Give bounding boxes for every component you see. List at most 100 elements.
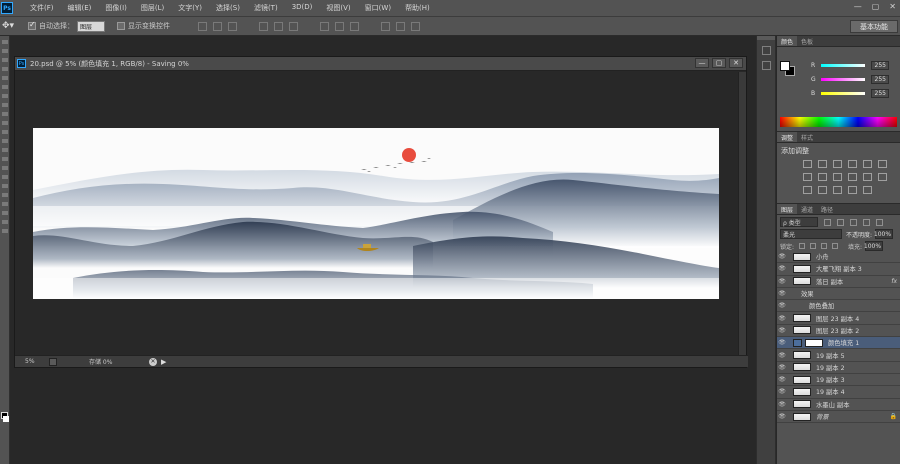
lock-transparent-icon[interactable] [799,243,806,249]
layer-row[interactable]: 👁 颜色填充 1 [777,337,900,350]
distribute-vcenter-icon[interactable] [335,21,344,31]
mask-thumbnail[interactable] [805,338,823,347]
history-icon[interactable] [762,46,771,55]
menu-item[interactable]: 编辑(E) [61,3,99,13]
photo-filter-icon[interactable] [848,173,857,181]
distribute-right-icon[interactable] [411,21,420,31]
auto-select-dropdown[interactable]: 图层 [77,20,105,32]
visibility-eye-icon[interactable]: 👁 [777,376,787,383]
visibility-eye-icon[interactable]: 👁 [777,327,787,334]
tool-icon[interactable] [2,202,8,206]
tool-icon[interactable] [2,139,8,143]
distribute-hcenter-icon[interactable] [396,21,405,31]
layer-row[interactable]: 👁 大雁飞翔 副本 3 [777,263,900,276]
tab-swatches[interactable]: 色板 [797,36,817,46]
layer-row[interactable]: 👁 19 副本 2 [777,362,900,374]
posterize-icon[interactable] [818,186,827,194]
doc-close-icon[interactable]: ✕ [729,58,743,68]
visibility-eye-icon[interactable]: 👁 [777,339,787,346]
tool-icon[interactable] [2,229,8,233]
tool-icon[interactable] [2,121,8,125]
visibility-eye-icon[interactable]: 👁 [777,413,787,420]
curves-icon[interactable] [833,160,842,168]
blue-value[interactable]: 255 [871,89,889,98]
fill-value[interactable]: 100% [864,241,884,251]
document-tab[interactable]: Ps 20.psd @ 5% (颜色填充 1, RGB/8) - Saving … [15,57,746,71]
exposure-icon[interactable] [848,160,857,168]
cancel-save-icon[interactable]: ✕ [149,357,157,366]
levels-icon[interactable] [818,160,827,168]
menu-item[interactable]: 3D(D) [285,3,320,13]
black-white-icon[interactable] [833,173,842,181]
menu-item[interactable]: 图层(L) [134,3,171,13]
layer-row[interactable]: 👁 图层 23 副本 4 [777,312,900,325]
brightness-icon[interactable] [803,160,812,168]
visibility-eye-icon[interactable]: 👁 [777,401,787,408]
distribute-top-icon[interactable] [320,21,329,31]
distribute-left-icon[interactable] [381,21,390,31]
visibility-eye-icon[interactable]: 👁 [777,253,787,260]
tool-icon[interactable] [2,76,8,80]
align-left-icon[interactable] [259,21,268,31]
menu-item[interactable]: 选择(S) [209,3,247,13]
blend-mode-dropdown[interactable]: 柔光 [780,229,842,239]
minimize-icon[interactable]: — [854,2,862,11]
filter-shape-icon[interactable] [863,218,870,226]
align-vcenter-icon[interactable] [213,21,222,31]
distribute-bottom-icon[interactable] [350,21,359,31]
tab-color[interactable]: 颜色 [777,36,798,46]
menu-item[interactable]: 窗口(W) [358,3,398,13]
layer-row[interactable]: 👁 小舟 [777,251,900,264]
foreground-swatch[interactable] [780,61,790,71]
visibility-eye-icon[interactable]: 👁 [777,352,787,359]
tool-icon[interactable] [2,130,8,134]
threshold-icon[interactable] [833,186,842,194]
zoom-level[interactable]: 5% [25,358,49,365]
menu-item[interactable]: 图像(I) [98,3,134,13]
color-lookup-icon[interactable] [878,173,887,181]
menu-item[interactable]: 视图(V) [319,3,357,13]
filter-type-icon[interactable] [850,218,857,226]
fx-icon[interactable]: fx [891,278,897,285]
auto-select-checkbox[interactable] [28,20,36,30]
tool-icon[interactable] [2,85,8,89]
status-menu-arrow-icon[interactable]: ▶ [161,358,166,366]
menu-item[interactable]: 帮助(H) [398,3,437,13]
tool-icon[interactable] [2,103,8,107]
tool-icon[interactable] [2,220,8,224]
visibility-eye-icon[interactable]: 👁 [777,364,787,371]
menu-item[interactable]: 文件(F) [23,3,61,13]
maximize-icon[interactable]: ▢ [872,2,880,11]
tool-icon[interactable] [2,67,8,71]
background-color-swatch[interactable] [3,416,9,422]
filter-smart-icon[interactable] [876,218,883,226]
layer-filter-dropdown[interactable]: ρ 类型 [780,217,818,227]
status-info-icon[interactable] [49,357,57,366]
tool-icon[interactable] [2,58,8,62]
layer-row[interactable]: 👁 图层 23 副本 2 [777,325,900,338]
tab-channels[interactable]: 通道 [797,204,817,214]
lock-all-icon[interactable] [832,243,839,249]
menu-item[interactable]: 滤镜(T) [247,3,285,13]
visibility-eye-icon[interactable]: 👁 [777,315,787,322]
align-hcenter-icon[interactable] [274,21,283,31]
red-slider[interactable] [821,64,865,67]
tool-icon[interactable] [2,184,8,188]
color-spectrum[interactable] [780,117,897,127]
selective-color-icon[interactable] [863,186,872,194]
tool-icon[interactable] [2,49,8,53]
tool-icon[interactable] [2,94,8,98]
gradient-map-icon[interactable] [848,186,857,194]
tab-paths[interactable]: 路径 [817,204,837,214]
align-top-icon[interactable] [198,21,207,31]
tab-adjustments[interactable]: 调整 [777,132,798,142]
vertical-scrollbar[interactable] [738,72,746,355]
opacity-value[interactable]: 100% [874,229,894,239]
gradient-map-triangle-icon[interactable] [878,160,887,168]
layer-row[interactable]: 👁 19 副本 5 [777,349,900,362]
properties-icon[interactable] [762,61,771,70]
color-balance-icon[interactable] [818,173,827,181]
hue-saturation-icon[interactable] [803,173,812,181]
doc-minimize-icon[interactable]: — [695,58,709,68]
vibrance-icon[interactable] [863,160,872,168]
